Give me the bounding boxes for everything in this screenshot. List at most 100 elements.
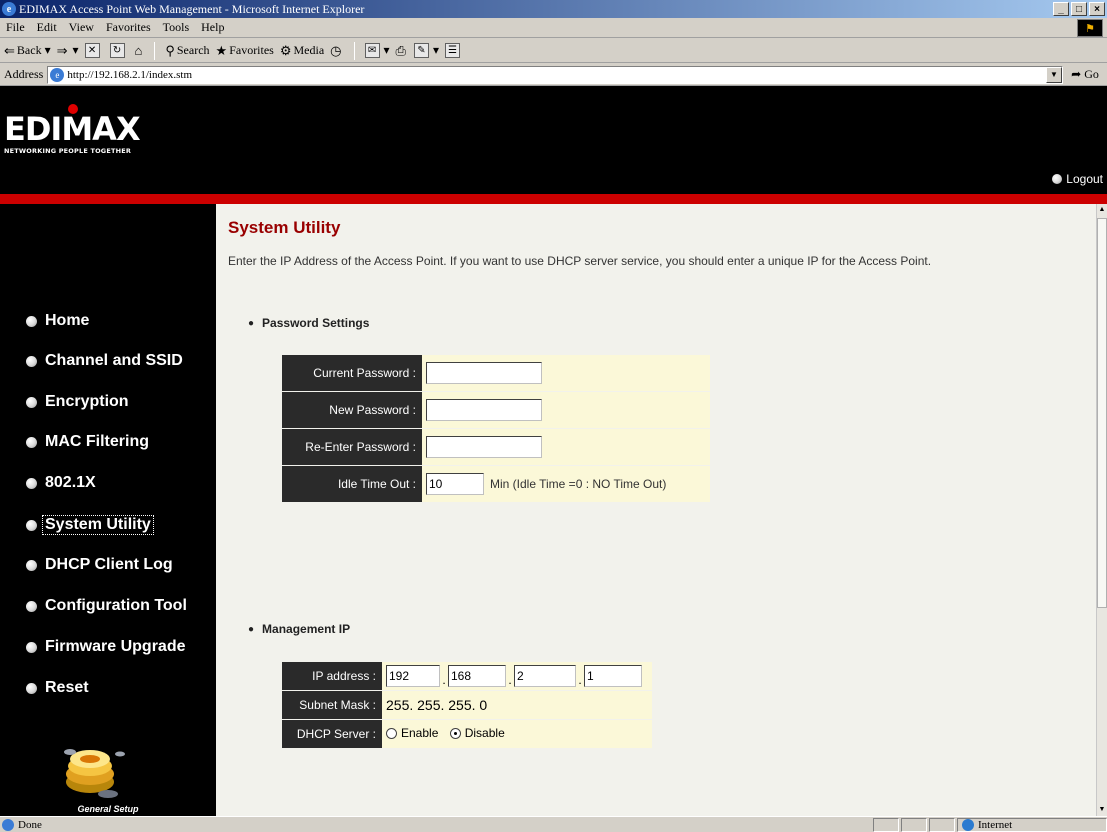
menu-favorites[interactable]: Favorites [100, 20, 157, 35]
logo-wordmark: EDIMAX [4, 110, 141, 148]
discuss-icon: ☰ [444, 43, 460, 58]
address-input[interactable]: e http://192.168.2.1/index.stm ▼ [47, 65, 1063, 84]
new-password-input[interactable] [426, 399, 542, 421]
nav-label: Encryption [45, 393, 129, 410]
nav-configuration-tool[interactable]: Configuration Tool [26, 597, 187, 615]
mail-button[interactable]: ✉ ▾ [364, 43, 390, 58]
management-ip-table: IP address : ... Subnet Mask : 255. 255.… [282, 662, 652, 749]
nav-label: System Utility [42, 515, 154, 535]
ip-octet-1-input[interactable] [386, 665, 440, 687]
minimize-button[interactable]: _ [1053, 2, 1069, 16]
menu-edit[interactable]: Edit [31, 20, 63, 35]
bullet-icon [26, 436, 37, 448]
discuss-button[interactable]: ☰ [444, 43, 464, 58]
ip-octet-3-input[interactable] [514, 665, 576, 687]
dhcp-enable-label: Enable [401, 726, 439, 741]
favorites-button[interactable]: ★ Favorites [216, 43, 274, 59]
page-header: EDIMAX NETWORKING PEOPLE TOGETHER Logout [0, 86, 1107, 194]
menu-file[interactable]: File [0, 20, 31, 35]
nav-reset[interactable]: Reset [26, 679, 89, 697]
radio-off-icon [386, 727, 397, 739]
menu-help[interactable]: Help [195, 20, 230, 35]
table-row: New Password : [282, 392, 710, 429]
stop-icon: ✕ [84, 43, 100, 58]
browser-toolbar: ⇐ Back ▾ ⇒ ▾ ✕ ↻ ⌂ ⚲ Search ★ Favorites ⚙ Me… [0, 39, 1107, 63]
menu-tools[interactable]: Tools [157, 20, 196, 35]
table-row: DHCP Server : Enable Disable [282, 720, 652, 749]
bullet-icon [26, 641, 37, 653]
edit-button[interactable]: ✎ ▾ [413, 43, 439, 58]
menu-view[interactable]: View [63, 20, 100, 35]
nav-home[interactable]: Home [26, 312, 89, 330]
nav-label: MAC Filtering [45, 433, 149, 450]
password-section-title: ● Password Settings [248, 316, 369, 330]
maximize-button[interactable]: □ [1071, 2, 1087, 16]
ip-octet-2-input[interactable] [448, 665, 506, 687]
status-pane [929, 817, 955, 832]
bullet-icon [1052, 174, 1063, 184]
dhcp-enable-radio[interactable]: Enable [386, 726, 438, 740]
reenter-password-input[interactable] [426, 436, 542, 458]
home-button[interactable]: ⌂ [135, 43, 145, 59]
scroll-up-icon[interactable]: ▲ [1097, 204, 1107, 216]
forward-button[interactable]: ⇒ ▾ [57, 43, 79, 59]
logout-link[interactable]: Logout [1052, 172, 1103, 186]
nav-dhcp-client-log[interactable]: DHCP Client Log [26, 556, 173, 574]
reenter-password-cell [422, 429, 710, 466]
media-button[interactable]: ⚙ Media [280, 43, 324, 59]
print-icon: ⎙ [395, 42, 406, 58]
subnet-mask-label: Subnet Mask : [282, 691, 382, 720]
scroll-down-icon[interactable]: ▼ [1097, 804, 1107, 816]
media-icon: ⚙ [279, 42, 292, 58]
mail-icon: ✉ [364, 43, 380, 58]
stop-button[interactable]: ✕ [84, 43, 104, 58]
bullet-icon [26, 396, 37, 408]
dhcp-server-label: DHCP Server : [282, 720, 382, 749]
header-divider [0, 194, 1107, 204]
page-description: Enter the IP Address of the Access Point… [228, 254, 932, 268]
idle-timeout-input[interactable] [426, 473, 484, 495]
current-password-cell [422, 355, 710, 392]
nav-firmware-upgrade[interactable]: Firmware Upgrade [26, 638, 185, 656]
zone-label: Internet [978, 818, 1013, 831]
dhcp-disable-label: Disable [464, 726, 505, 741]
logout-label: Logout [1066, 172, 1103, 186]
main-content: System Utility Enter the IP Address of t… [216, 204, 1096, 816]
idle-timeout-hint: Min (Idle Time =0 : NO Time Out) [490, 477, 667, 491]
table-row: Current Password : [282, 355, 710, 392]
radio-on-icon [449, 727, 461, 739]
table-row: Idle Time Out : Min (Idle Time =0 : NO T… [282, 466, 710, 503]
toolbar-separator [353, 41, 355, 60]
address-label: Address [4, 67, 44, 81]
ip-separator: . [442, 673, 446, 687]
subnet-mask-value: 255. 255. 255. 0 [382, 691, 652, 720]
ip-octet-4-input[interactable] [584, 665, 642, 687]
logo-dot-icon [68, 104, 78, 114]
address-dropdown-icon[interactable]: ▼ [1046, 66, 1062, 83]
nav-system-utility[interactable]: System Utility [26, 515, 154, 535]
close-button[interactable]: × [1089, 2, 1105, 16]
table-row: Re-Enter Password : [282, 429, 710, 466]
page-viewport: EDIMAX NETWORKING PEOPLE TOGETHER Logout… [0, 86, 1107, 816]
nav-label: DHCP Client Log [45, 556, 173, 573]
nav-mac-filtering[interactable]: MAC Filtering [26, 433, 149, 451]
dhcp-disable-radio[interactable]: Disable [449, 726, 505, 741]
bullet-icon [26, 355, 37, 367]
history-button[interactable]: ◷ [330, 43, 343, 59]
nav-encryption[interactable]: Encryption [26, 393, 129, 411]
print-button[interactable]: ⎙ [396, 43, 408, 59]
current-password-input[interactable] [426, 362, 542, 384]
nav-channel-ssid[interactable]: Channel and SSID [26, 352, 183, 370]
search-button[interactable]: ⚲ Search [165, 43, 209, 59]
ip-separator: . [578, 673, 582, 687]
nav-8021x[interactable]: 802.1X [26, 474, 96, 492]
refresh-icon: ↻ [109, 43, 125, 58]
go-button[interactable]: ➦ Go [1063, 67, 1107, 82]
back-button[interactable]: ⇐ Back ▾ [4, 43, 51, 59]
back-label: Back [16, 43, 42, 57]
scroll-thumb[interactable] [1097, 218, 1107, 608]
nav-label: 802.1X [45, 474, 96, 491]
refresh-button[interactable]: ↻ [109, 43, 129, 58]
page-scrollbar[interactable]: ▲ ▼ [1096, 204, 1107, 816]
nav-label: Configuration Tool [45, 597, 187, 614]
